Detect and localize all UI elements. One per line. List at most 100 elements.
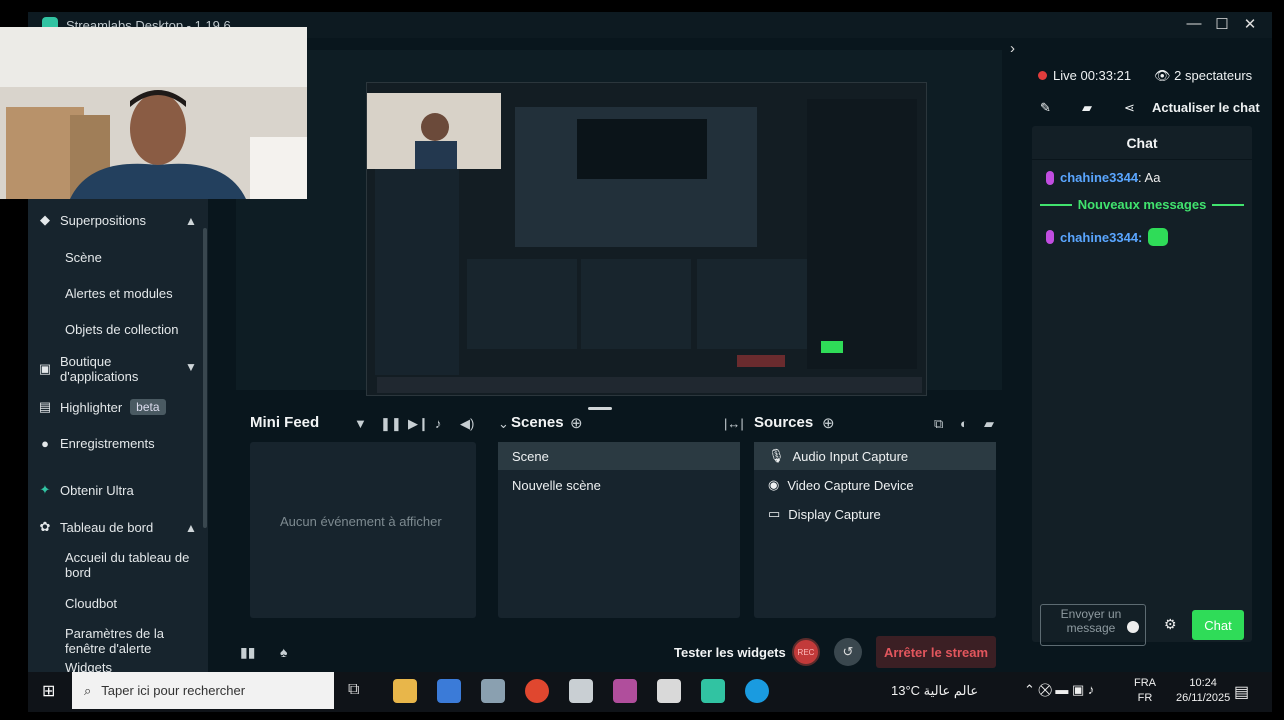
sources-panel: 🎙 Audio Input Capture ◉ Video Capture Devi… xyxy=(754,442,996,618)
live-timer: Live 00:33:21 xyxy=(1053,68,1132,83)
sidebar-item-dashboard-home[interactable]: Accueil du tableau de bord xyxy=(65,550,195,580)
windows-start-icon[interactable]: ⊞ xyxy=(42,681,55,701)
source-item[interactable]: ◉ Video Capture Device xyxy=(754,471,996,499)
sidebar-item-dashboard[interactable]: ✿ Tableau de bord xyxy=(38,519,154,535)
minimize-icon[interactable]: — xyxy=(1184,15,1204,32)
streamlabs-taskbar-icon[interactable] xyxy=(701,679,725,703)
language-indicator[interactable]: FRA FR xyxy=(1134,676,1156,706)
bell-icon[interactable]: ♪ xyxy=(435,416,442,431)
viewer-count-label: 2 spectateurs xyxy=(1174,68,1253,83)
preview-image xyxy=(367,83,926,395)
store-icon: ▣ xyxy=(38,361,52,376)
system-tray-icons[interactable]: ⌃ ⛒ ▬ ▣ ♪ xyxy=(1024,682,1094,698)
sidebar-item-highlighter[interactable]: ▤ Highlighter beta xyxy=(38,399,166,415)
webcam-icon: ◉ xyxy=(768,477,780,492)
notifications-icon[interactable]: ♠ xyxy=(280,644,287,660)
live-status: Live 00:33:21 xyxy=(1038,68,1131,83)
source-label: Display Capture xyxy=(788,506,881,522)
clock[interactable]: 10:24 26/11/2025 xyxy=(1176,676,1230,706)
new-messages-label: Nouveaux messages xyxy=(1077,197,1207,212)
minifeed-panel: Aucun événement à afficher xyxy=(250,442,476,618)
chevron-up-icon[interactable]: ▲ xyxy=(185,521,197,535)
sidebar-item-app-store[interactable]: ▣ Boutique d'applications xyxy=(38,354,150,384)
panel-resize-handle[interactable] xyxy=(588,407,612,410)
task-view-icon[interactable]: ⧉ xyxy=(348,681,359,699)
sidebar-item-alert-settings[interactable]: Paramètres de la fenêtre d'alerte xyxy=(65,626,185,656)
chat-message: chahine3344: Aa xyxy=(1046,170,1160,185)
sidebar-item-superpositions[interactable]: ◆ Superpositions xyxy=(38,212,146,228)
sidebar-item-scene[interactable]: Scène xyxy=(65,250,102,265)
pause-icon[interactable]: ❚❚ xyxy=(380,416,402,432)
sidebar-item-cloudbot[interactable]: Cloudbot xyxy=(65,596,117,611)
refresh-chat-button[interactable]: Actualiser le chat xyxy=(1152,100,1260,115)
stream-preview[interactable] xyxy=(236,50,1002,396)
emoji-icon[interactable] xyxy=(1127,621,1139,633)
dashboard-icon: ✿ xyxy=(39,519,51,534)
chat-toolbar: ✎ ▰ ⋖ Actualiser le chat xyxy=(1032,94,1272,122)
live-dock: › Live 00:33:21 👁 2 spectateurs ✎ ▰ ⋖ Ac… xyxy=(1010,38,1272,672)
beta-badge: beta xyxy=(130,399,166,415)
chat-title: Chat xyxy=(1032,126,1252,160)
send-chat-button[interactable]: Chat xyxy=(1192,610,1244,640)
scene-item[interactable]: Scene xyxy=(498,442,740,470)
add-scene-icon[interactable]: ⊕ xyxy=(570,414,583,432)
volume-icon[interactable]: ◀) xyxy=(460,416,474,432)
keyboard-code: FR xyxy=(1137,692,1153,704)
store-app-icon[interactable] xyxy=(437,679,461,703)
sidebar-item-label: Obtenir Ultra xyxy=(60,482,134,498)
scene-transition-icon[interactable]: |↔| xyxy=(724,416,744,431)
edge-icon[interactable] xyxy=(745,679,769,703)
app-icon[interactable] xyxy=(481,679,505,703)
chevron-up-icon[interactable]: ▲ xyxy=(185,214,197,228)
close-icon[interactable]: ✕ xyxy=(1240,15,1260,33)
gear-icon[interactable]: ⚙ xyxy=(1164,616,1177,633)
add-source-icon[interactable]: ⊕ xyxy=(822,414,835,432)
taskbar-search[interactable]: ⌕ Taper ici pour rechercher xyxy=(72,672,334,709)
source-item[interactable]: ▭ Display Capture xyxy=(754,500,996,528)
notification-center-icon[interactable]: ▤ xyxy=(1234,682,1249,702)
sidebar-scrollbar[interactable] xyxy=(203,228,207,528)
sidebar-item-alerts[interactable]: Alertes et modules xyxy=(65,286,173,301)
sidebar-item-recordings[interactable]: ● Enregistrements xyxy=(38,436,155,451)
chat-username[interactable]: chahine3344 xyxy=(1060,170,1138,185)
camera-icon[interactable]: ▰ xyxy=(1082,100,1092,116)
source-layout-icon[interactable]: ⧉ xyxy=(934,416,943,432)
chevron-down-icon[interactable]: ▼ xyxy=(185,360,197,374)
collapse-scenes-icon[interactable]: ⌄ xyxy=(498,416,509,432)
replay-buffer-icon[interactable]: ↺ xyxy=(834,638,862,666)
record-button[interactable]: REC xyxy=(792,638,820,666)
stop-stream-button[interactable]: Arrêter le stream xyxy=(876,636,996,668)
weather-widget[interactable]: 13°C عالم عالية xyxy=(891,683,978,699)
webcam-image xyxy=(0,27,307,199)
scenes-panel: Scene Nouvelle scène xyxy=(498,442,740,618)
skip-icon[interactable]: ▶❙ xyxy=(408,416,429,432)
chat-username[interactable]: chahine3344 xyxy=(1060,230,1138,245)
source-item[interactable]: 🎙 Audio Input Capture xyxy=(754,442,996,470)
game-icon[interactable] xyxy=(613,679,637,703)
file-explorer-icon[interactable] xyxy=(393,679,417,703)
live-dot-icon xyxy=(1038,71,1047,80)
source-settings-icon[interactable]: ◐ xyxy=(960,416,968,431)
roblox-icon[interactable] xyxy=(569,679,593,703)
source-label: Audio Input Capture xyxy=(792,448,909,464)
chat-input[interactable]: Envoyer un message xyxy=(1040,604,1146,646)
test-widgets-button[interactable]: Tester les widgets xyxy=(674,645,786,660)
collapse-right-icon[interactable]: › xyxy=(1010,40,1015,57)
sidebar-item-collectibles[interactable]: Objets de collection xyxy=(65,322,178,337)
stats-icon[interactable]: ▮▮ xyxy=(240,644,255,661)
clock-time: 10:24 xyxy=(1189,677,1217,689)
maximize-icon[interactable]: ☐ xyxy=(1212,15,1232,33)
sidebar-item-label: Boutique d'applications xyxy=(60,354,139,384)
editor-main: ‹ Mini Feed ▼ ❚❚ ▶❙ ♪ ◀) Aucun événement xyxy=(208,38,1197,668)
search-icon: ⌕ xyxy=(84,682,92,698)
edit-icon[interactable]: ✎ xyxy=(1040,100,1051,116)
share-icon[interactable]: ⋖ xyxy=(1124,100,1135,116)
scene-item[interactable]: Nouvelle scène xyxy=(498,471,740,499)
clock-date: 26/11/2025 xyxy=(1176,692,1231,704)
folder-add-icon[interactable]: ▰ xyxy=(984,416,994,432)
chrome-icon[interactable] xyxy=(525,679,549,703)
sidebar-item-ultra[interactable]: ✦ Obtenir Ultra xyxy=(38,482,134,498)
unity-icon[interactable] xyxy=(657,679,681,703)
sidebar-item-label: Enregistrements xyxy=(60,436,155,451)
filter-icon[interactable]: ▼ xyxy=(354,416,367,431)
